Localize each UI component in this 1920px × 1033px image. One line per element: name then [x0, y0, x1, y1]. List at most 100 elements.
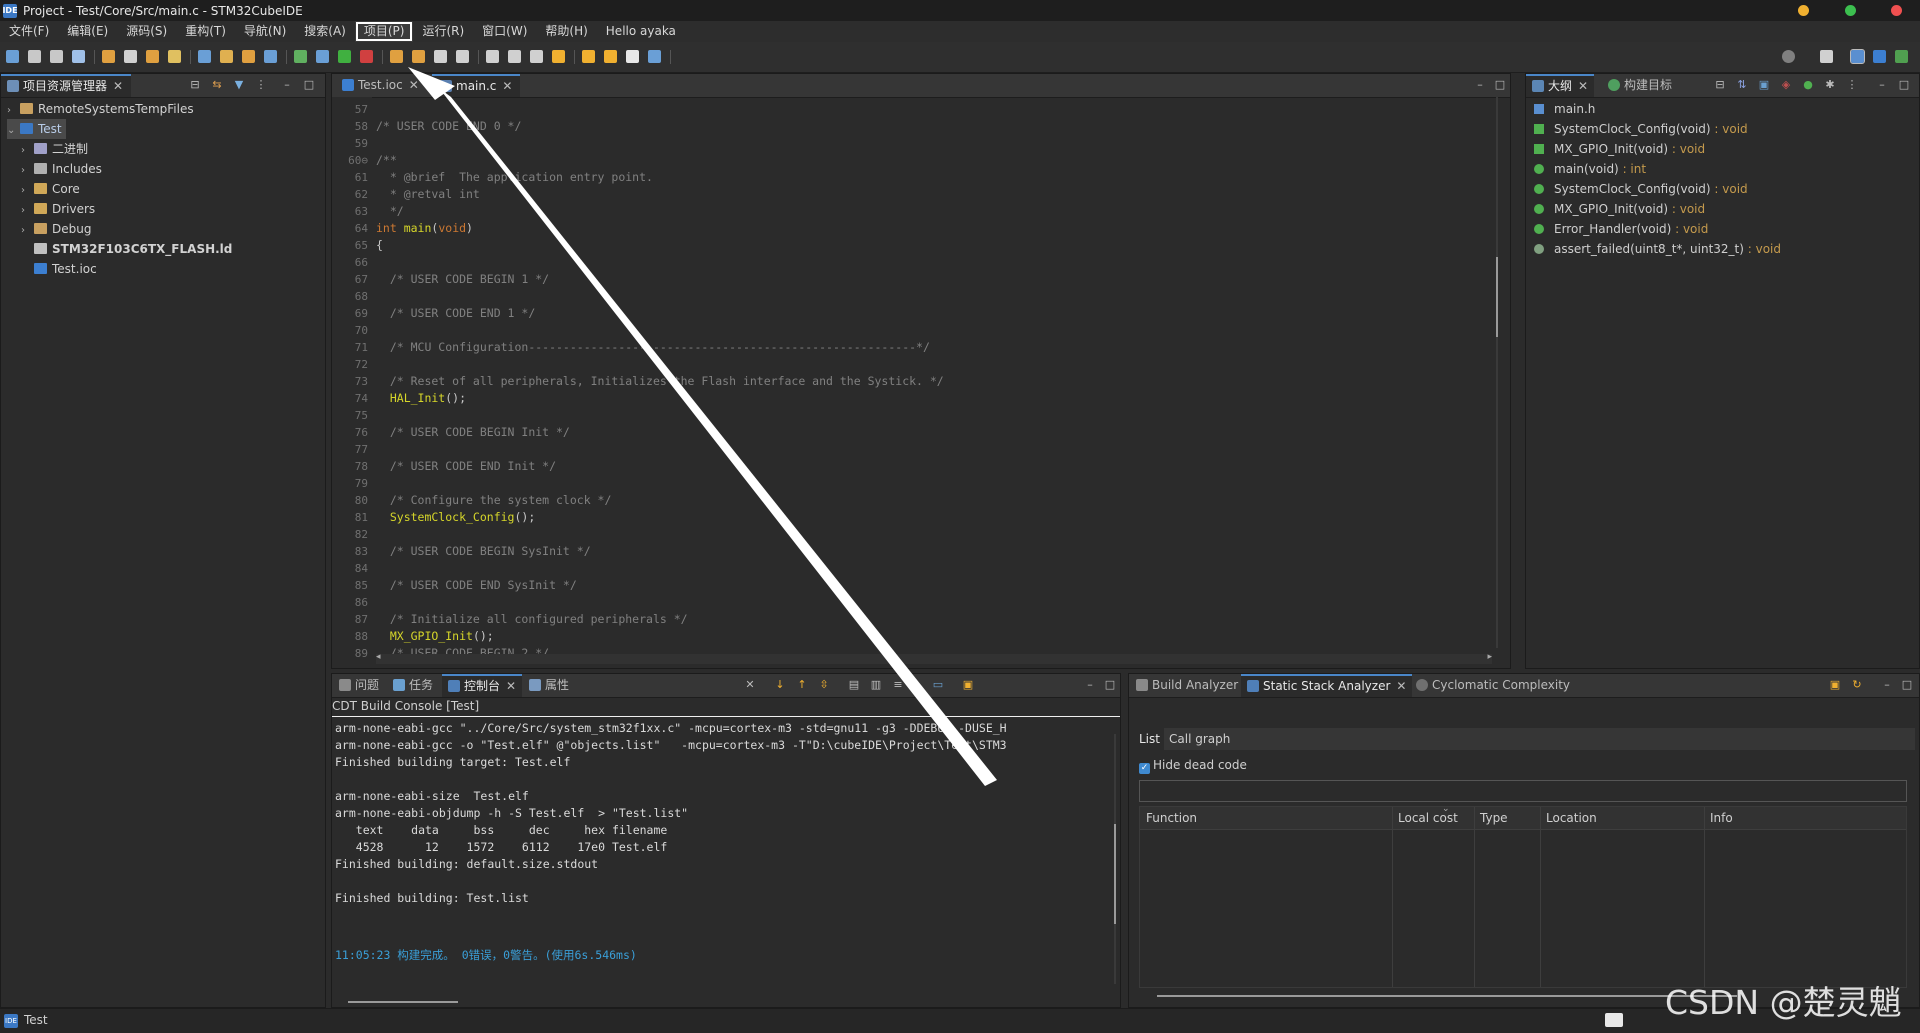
- toolbar-bug-icon[interactable]: [220, 50, 233, 63]
- minimize-view-icon[interactable]: –: [1474, 79, 1486, 91]
- menu-item-6[interactable]: 项目(P): [354, 21, 414, 42]
- toolbar-debug-icon[interactable]: [360, 50, 373, 63]
- menu-item-1[interactable]: 编辑(E): [58, 21, 117, 42]
- toolbar-mx-icon[interactable]: [264, 50, 277, 63]
- toolbar-window-icon[interactable]: [486, 50, 499, 63]
- menu-item-7[interactable]: 运行(R): [413, 21, 473, 42]
- subtab-list[interactable]: List: [1135, 728, 1164, 750]
- minimize-view-icon[interactable]: –: [1881, 679, 1893, 691]
- toolbar-tag-icon[interactable]: [412, 50, 425, 63]
- close-button[interactable]: [1891, 5, 1902, 16]
- toolbar-redo-icon[interactable]: [168, 50, 181, 63]
- menu-item-2[interactable]: 源码(S): [117, 21, 176, 42]
- tab-properties[interactable]: 属性: [524, 674, 574, 697]
- tab-project-explorer[interactable]: 项目资源管理器 ✕: [1, 74, 132, 97]
- toolbar-new-project-icon[interactable]: [242, 50, 255, 63]
- vertical-scrollbar[interactable]: [1496, 97, 1498, 648]
- close-icon[interactable]: ✕: [1578, 79, 1588, 93]
- next-icon[interactable]: ↓: [774, 679, 786, 691]
- view-menu-icon[interactable]: ⋮: [1846, 79, 1858, 91]
- tab-console[interactable]: 控制台 ✕: [442, 674, 523, 697]
- toolbar-search-icon[interactable]: [1782, 50, 1795, 63]
- expand-toggle-icon[interactable]: ⌄: [7, 121, 17, 141]
- toolbar-run-icon[interactable]: [338, 50, 351, 63]
- menu-item-3[interactable]: 重构(T): [176, 21, 235, 42]
- outline-item[interactable]: assert_failed(uint8_t*, uint32_t) : void: [1534, 239, 1781, 259]
- hide-fields-icon[interactable]: ▣: [1758, 79, 1770, 91]
- scroll-lock-icon[interactable]: ⇳: [818, 679, 830, 691]
- toolbar-refresh-icon[interactable]: [294, 50, 307, 63]
- export-icon[interactable]: ▣: [1829, 679, 1841, 691]
- toolbar-save-icon[interactable]: [28, 50, 41, 63]
- outline-item[interactable]: Error_Handler(void) : void: [1534, 219, 1708, 239]
- display-console-icon[interactable]: ▭: [932, 679, 944, 691]
- group-icon[interactable]: ✱: [1824, 79, 1836, 91]
- toolbar-build-icon[interactable]: [102, 50, 115, 63]
- column-header[interactable]: Location: [1546, 807, 1597, 829]
- menu-item-10[interactable]: Hello ayaka: [597, 21, 685, 42]
- column-header[interactable]: Function: [1146, 807, 1197, 829]
- toolbar-format-icon[interactable]: [530, 50, 543, 63]
- toolbar-settings-icon[interactable]: [72, 50, 85, 63]
- toolbar-nav-back-icon[interactable]: [552, 50, 565, 63]
- tree-item[interactable]: › Core: [21, 179, 80, 199]
- hide-dead-code-checkbox[interactable]: ✓ Hide dead code: [1139, 756, 1247, 774]
- cpp-perspective-icon[interactable]: [1850, 49, 1865, 64]
- hide-static-icon[interactable]: ◈: [1780, 79, 1792, 91]
- tab-tasks[interactable]: 任务: [388, 674, 438, 697]
- toolbar-undo-icon[interactable]: [146, 50, 159, 63]
- maximize-view-icon[interactable]: □: [1104, 679, 1116, 691]
- expand-toggle-icon[interactable]: ›: [21, 221, 31, 241]
- sort-icon[interactable]: ⇅: [1736, 79, 1748, 91]
- menu-item-0[interactable]: 文件(F): [0, 21, 58, 42]
- toolbar-save-all-icon[interactable]: [50, 50, 63, 63]
- console-h-scrollbar[interactable]: [348, 1001, 458, 1003]
- maximize-view-icon[interactable]: □: [303, 79, 315, 91]
- debug-perspective-icon[interactable]: [1895, 50, 1908, 63]
- close-icon[interactable]: ✕: [1396, 679, 1406, 693]
- toolbar-step-icon[interactable]: [316, 50, 329, 63]
- word-wrap-icon[interactable]: ▥: [870, 679, 882, 691]
- toolbar-nav-forward-icon[interactable]: [582, 50, 595, 63]
- analyzer-h-scrollbar[interactable]: [1157, 995, 1737, 997]
- collapse-all-icon[interactable]: ⊟: [189, 79, 201, 91]
- toolbar-open-icon[interactable]: [390, 50, 403, 63]
- open-perspective-icon[interactable]: [1820, 50, 1833, 63]
- clear-console-icon[interactable]: ✕: [744, 679, 756, 691]
- filter-icon[interactable]: ▼: [233, 79, 245, 91]
- close-icon[interactable]: ✕: [409, 78, 419, 92]
- tree-item[interactable]: › Includes: [21, 159, 102, 179]
- outline-item[interactable]: main.h: [1534, 99, 1595, 119]
- tree-item[interactable]: › Drivers: [21, 199, 95, 219]
- scrollbar-thumb[interactable]: [1114, 824, 1116, 924]
- expand-toggle-icon[interactable]: ›: [21, 181, 31, 201]
- tree-item[interactable]: STM32F103C6TX_FLASH.ld: [21, 239, 232, 259]
- close-icon[interactable]: ✕: [506, 679, 516, 693]
- pin-console-icon[interactable]: ▤: [848, 679, 860, 691]
- show-when-output-icon[interactable]: ≡: [892, 679, 904, 691]
- refresh-icon[interactable]: ↻: [1851, 679, 1863, 691]
- scrollbar-thumb[interactable]: [1496, 257, 1498, 337]
- maximize-button[interactable]: [1845, 5, 1856, 16]
- open-console-icon[interactable]: ▣: [962, 679, 974, 691]
- menu-item-5[interactable]: 搜索(A): [295, 21, 355, 42]
- minimize-view-icon[interactable]: –: [1876, 79, 1888, 91]
- scroll-right-icon[interactable]: ▸: [1487, 652, 1492, 662]
- toolbar-new-icon[interactable]: [6, 50, 19, 63]
- outline-item[interactable]: MX_GPIO_Init(void) : void: [1534, 199, 1705, 219]
- menu-item-9[interactable]: 帮助(H): [536, 21, 596, 42]
- code-area[interactable]: /* USER CODE END 0 */ /** * @brief The ap…: [376, 97, 1492, 660]
- toolbar-search-icon[interactable]: [198, 50, 211, 63]
- tab-test-ioc[interactable]: Test.ioc ✕: [334, 74, 427, 97]
- previous-icon[interactable]: ↑: [796, 679, 808, 691]
- tab-build-targets[interactable]: 构建目标: [1602, 74, 1678, 97]
- close-icon[interactable]: ✕: [502, 79, 512, 93]
- tab-problems[interactable]: 问题: [334, 674, 384, 697]
- maximize-view-icon[interactable]: □: [1898, 79, 1910, 91]
- outline-item[interactable]: MX_GPIO_Init(void) : void: [1534, 139, 1705, 159]
- menu-item-8[interactable]: 窗口(W): [473, 21, 536, 42]
- tree-item[interactable]: › 二进制: [21, 139, 88, 159]
- outline-item[interactable]: SystemClock_Config(void) : void: [1534, 179, 1748, 199]
- column-header[interactable]: Type: [1480, 807, 1508, 829]
- toolbar-back-icon[interactable]: [604, 50, 617, 63]
